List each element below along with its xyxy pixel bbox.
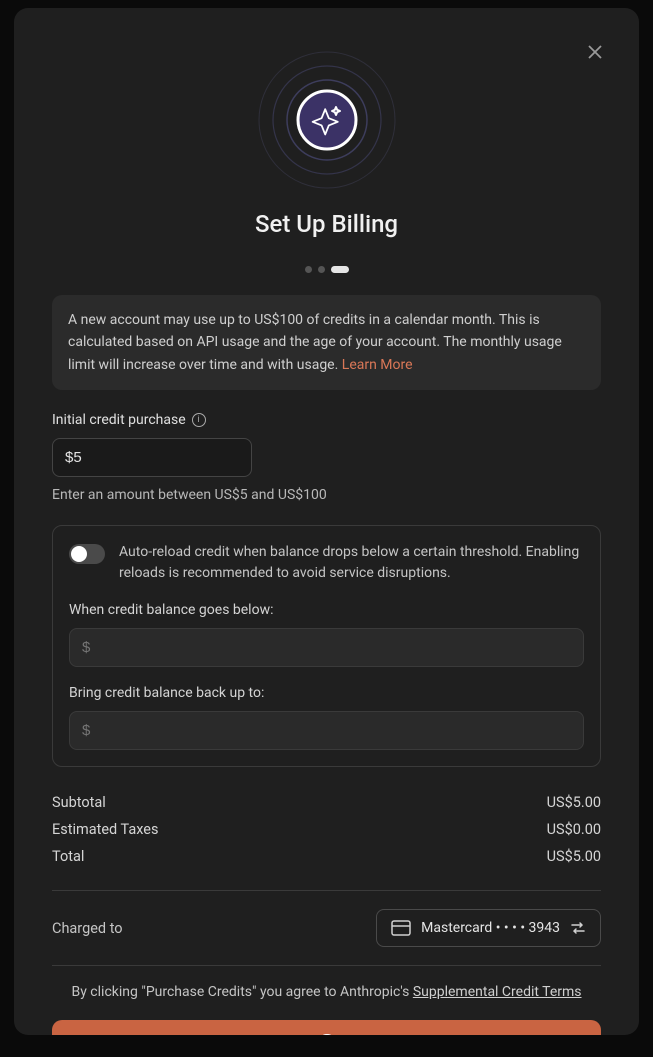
below-threshold-label: When credit balance goes below:	[69, 602, 584, 618]
subtotal-value: US$5.00	[547, 794, 601, 811]
upto-input[interactable]	[69, 711, 584, 750]
close-button[interactable]	[585, 42, 605, 62]
toggle-knob	[71, 546, 87, 562]
info-icon[interactable]: i	[192, 413, 206, 427]
modal-title: Set Up Billing	[52, 210, 601, 238]
auto-reload-description: Auto-reload credit when balance drops be…	[119, 542, 584, 584]
credit-amount-input[interactable]	[52, 438, 252, 477]
sparkle-rings-icon	[257, 50, 397, 190]
billing-modal: Set Up Billing A new account may use up …	[14, 8, 639, 1035]
auto-reload-toggle[interactable]	[69, 544, 105, 564]
swap-icon	[570, 920, 586, 936]
tax-value: US$0.00	[547, 821, 601, 838]
hero-icon-container	[52, 50, 601, 190]
card-text: Mastercard • • • • 3943	[421, 920, 560, 936]
terms-link[interactable]: Supplemental Credit Terms	[413, 984, 582, 1000]
upto-label: Bring credit balance back up to:	[69, 685, 584, 701]
auto-reload-box: Auto-reload credit when balance drops be…	[52, 525, 601, 767]
below-threshold-input[interactable]	[69, 628, 584, 667]
learn-more-link[interactable]: Learn More	[342, 357, 413, 373]
info-text: A new account may use up to US$100 of cr…	[68, 312, 562, 373]
total-label: Total	[52, 848, 84, 865]
payment-method-chip[interactable]: Mastercard • • • • 3943	[376, 909, 601, 947]
tax-row: Estimated Taxes US$0.00	[52, 816, 601, 843]
close-icon	[587, 44, 603, 60]
step-indicator	[52, 266, 601, 273]
divider	[52, 890, 601, 891]
loading-spinner-icon	[318, 1034, 336, 1035]
credit-help-text: Enter an amount between US$5 and US$100	[52, 487, 601, 503]
step-dot-1	[305, 266, 312, 273]
terms-text: By clicking "Purchase Credits" you agree…	[52, 984, 601, 1000]
step-dot-2	[318, 266, 325, 273]
info-box: A new account may use up to US$100 of cr…	[52, 295, 601, 390]
total-value: US$5.00	[547, 848, 601, 865]
charged-to-label: Charged to	[52, 920, 123, 937]
total-row: Total US$5.00	[52, 843, 601, 870]
terms-prefix: By clicking "Purchase Credits" you agree…	[71, 984, 412, 1000]
summary-section: Subtotal US$5.00 Estimated Taxes US$0.00…	[52, 789, 601, 870]
subtotal-row: Subtotal US$5.00	[52, 789, 601, 816]
credit-label: Initial credit purchase	[52, 412, 186, 428]
divider-2	[52, 965, 601, 966]
tax-label: Estimated Taxes	[52, 821, 158, 838]
step-dot-3-active	[331, 266, 349, 273]
purchase-button[interactable]	[52, 1020, 601, 1035]
charged-to-row: Charged to Mastercard • • • • 3943	[52, 909, 601, 947]
card-icon	[391, 920, 411, 936]
subtotal-label: Subtotal	[52, 794, 106, 811]
credit-label-row: Initial credit purchase i	[52, 412, 601, 428]
